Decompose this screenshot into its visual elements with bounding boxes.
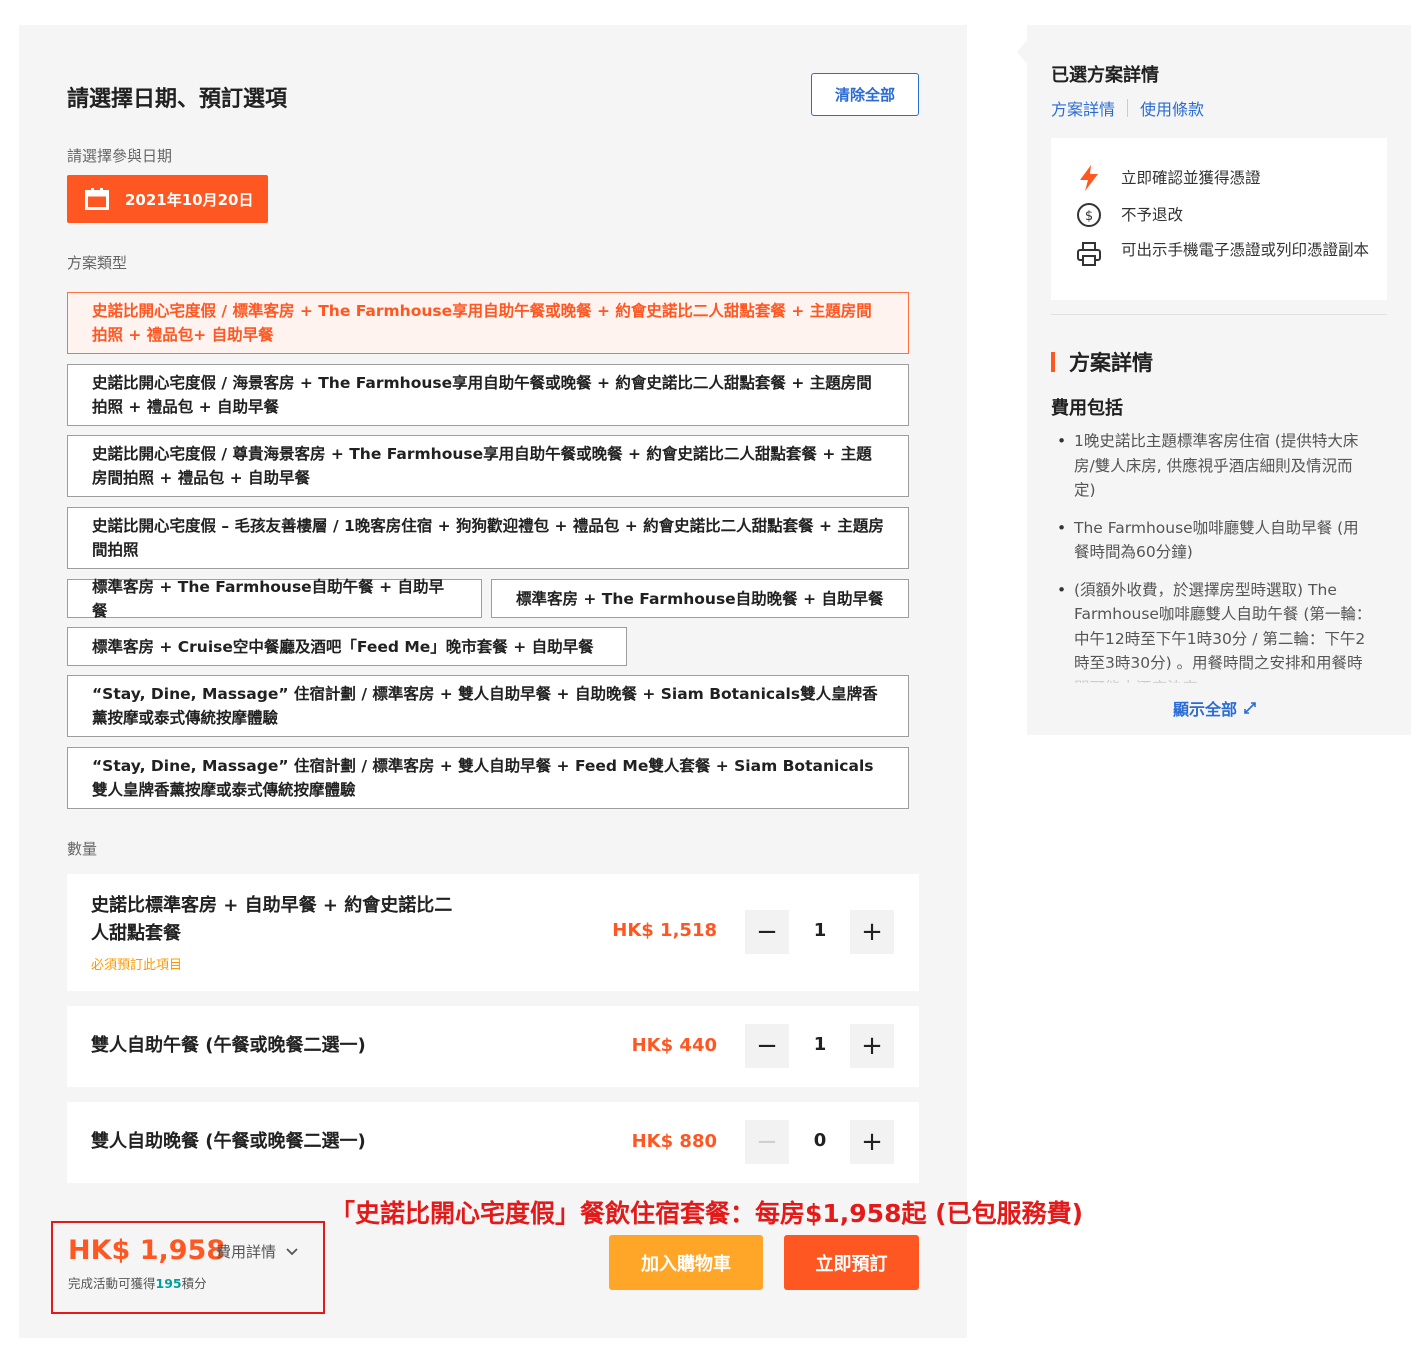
plan-heading-text: 方案詳情 bbox=[1069, 351, 1153, 375]
quantity-value: 1 bbox=[813, 1034, 827, 1055]
quantity-label: 數量 bbox=[67, 840, 98, 858]
feature-item: $ 不予退改 bbox=[1075, 201, 1183, 229]
fee-includes-heading: 費用包括 bbox=[1051, 398, 1123, 419]
plan-details-link[interactable]: 方案詳情 bbox=[1051, 96, 1115, 120]
link-divider bbox=[1127, 99, 1129, 117]
quantity-row: 雙人自助晚餐 (午餐或晚餐二選一) HK$ 880 − 0 + bbox=[67, 1102, 919, 1183]
side-panel-pointer bbox=[1017, 40, 1027, 64]
add-to-cart-button[interactable]: 加入購物車 bbox=[609, 1235, 763, 1290]
decrease-button[interactable]: − bbox=[745, 910, 789, 954]
increase-button[interactable]: + bbox=[850, 910, 894, 954]
package-option[interactable]: 史諾比開心宅度假 / 尊貴海景客房 + The Farmhouse享用自助午餐或… bbox=[67, 435, 909, 497]
package-option[interactable]: “Stay, Dine, Massage” 住宿計劃 / 標準客房 + 雙人自助… bbox=[67, 747, 909, 809]
package-option[interactable]: 標準客房 + The Farmhouse自助午餐 + 自助早餐 bbox=[67, 578, 482, 620]
show-all-link[interactable]: 顯示全部 bbox=[1173, 696, 1257, 720]
plus-icon: + bbox=[861, 1127, 883, 1157]
date-value: 2021年10月20日 bbox=[125, 190, 254, 209]
terms-link[interactable]: 使用條款 bbox=[1140, 96, 1204, 120]
package-type-label: 方案類型 bbox=[67, 254, 128, 272]
quantity-row: 史諾比標準客房 + 自助早餐 + 約會史諾比二人甜點套餐 必須預訂此項目 HK$… bbox=[67, 874, 919, 991]
quantity-value: 1 bbox=[813, 920, 827, 941]
svg-text:$: $ bbox=[1085, 209, 1093, 224]
plus-icon: + bbox=[861, 917, 883, 947]
list-item: 1晚史諾比主題標準客房住宿 (提供特大床房/雙人床房, 供應視乎酒店細則及情況而… bbox=[1057, 429, 1373, 503]
chevron-down-icon bbox=[286, 1248, 298, 1256]
total-price-box: HK$ 1,958 費用詳情 完成活動可獲得195積分 bbox=[51, 1221, 325, 1314]
feature-text: 不予退改 bbox=[1121, 206, 1184, 224]
quantity-item-name: 史諾比標準客房 + 自助早餐 + 約會史諾比二人甜點套餐 bbox=[91, 895, 453, 944]
package-option[interactable]: 標準客房 + The Farmhouse自助晚餐 + 自助早餐 bbox=[491, 579, 909, 618]
heading-accent-bar bbox=[1051, 352, 1055, 372]
includes-list: 1晚史諾比主題標準客房住宿 (提供特大床房/雙人床房, 供應視乎酒店細則及情況而… bbox=[1057, 429, 1373, 683]
increase-button[interactable]: + bbox=[850, 1120, 894, 1164]
plan-details-heading: 方案詳情 bbox=[1051, 347, 1153, 377]
quantity-item-name: 雙人自助午餐 (午餐或晚餐二選一) bbox=[91, 1035, 366, 1056]
package-option[interactable]: 史諾比開心宅度假 – 毛孩友善樓層 / 1晚客房住宿 + 狗狗歡迎禮包 + 禮品… bbox=[67, 507, 909, 569]
side-links: 方案詳情 使用條款 bbox=[1051, 96, 1204, 120]
fee-detail-label: 費用詳情 bbox=[216, 1243, 277, 1261]
increase-button[interactable]: + bbox=[850, 1024, 894, 1068]
printer-icon bbox=[1075, 240, 1103, 268]
plus-icon: + bbox=[861, 1031, 883, 1061]
list-item: The Farmhouse咖啡廳雙人自助早餐 (用餐時間為60分鐘) bbox=[1057, 516, 1373, 565]
date-picker-button[interactable]: 2021年10月20日 bbox=[67, 175, 268, 223]
side-title: 已選方案詳情 bbox=[1051, 65, 1159, 86]
points-prefix: 完成活動可獲得 bbox=[68, 1276, 156, 1291]
list-fade bbox=[1051, 665, 1387, 687]
decrease-button[interactable]: − bbox=[745, 1024, 789, 1068]
points-suffix: 積分 bbox=[181, 1276, 207, 1291]
show-all-label: 顯示全部 bbox=[1173, 700, 1238, 719]
decrease-button[interactable]: − bbox=[745, 1120, 789, 1164]
expand-icon bbox=[1244, 702, 1256, 714]
lightning-icon bbox=[1075, 164, 1103, 192]
page-title: 請選擇日期、預訂選項 bbox=[67, 87, 288, 112]
feature-text: 可出示手機電子憑證或列印憑證副本 bbox=[1121, 241, 1370, 259]
package-option[interactable]: 標準客房 + Cruise空中餐廳及酒吧「Feed Me」晚市套餐 + 自助早餐 bbox=[67, 627, 627, 666]
feature-card: 立即確認並獲得憑證 $ 不予退改 可出示手機電子憑證或列印憑證副本 bbox=[1051, 138, 1387, 300]
minus-icon: − bbox=[756, 917, 778, 947]
package-option[interactable]: 史諾比開心宅度假 / 標準客房 + The Farmhouse享用自助午餐或晚餐… bbox=[67, 292, 909, 354]
total-price: HK$ 1,958 bbox=[68, 1235, 226, 1266]
feature-item: 可出示手機電子憑證或列印憑證副本 bbox=[1075, 240, 1375, 268]
quantity-item-name: 雙人自助晚餐 (午餐或晚餐二選一) bbox=[91, 1131, 366, 1152]
date-label: 請選擇參與日期 bbox=[67, 147, 173, 165]
calendar-icon bbox=[85, 188, 109, 210]
points-info: 完成活動可獲得195積分 bbox=[68, 1273, 207, 1292]
points-value: 195 bbox=[155, 1276, 182, 1291]
minus-icon: − bbox=[756, 1127, 778, 1157]
selected-plan-panel: 已選方案詳情 方案詳情 使用條款 立即確認並獲得憑證 $ 不予退改 可出示手機電… bbox=[1027, 25, 1411, 735]
clear-all-button[interactable]: 清除全部 bbox=[811, 73, 919, 116]
package-option[interactable]: 史諾比開心宅度假 / 海景客房 + The Farmhouse享用自助午餐或晚餐… bbox=[67, 364, 909, 426]
book-now-button[interactable]: 立即預訂 bbox=[784, 1235, 919, 1290]
required-note: 必須預訂此項目 bbox=[91, 958, 183, 973]
divider bbox=[1051, 314, 1387, 315]
fee-detail-toggle[interactable]: 費用詳情 bbox=[216, 1241, 299, 1262]
minus-icon: − bbox=[756, 1031, 778, 1061]
package-option[interactable]: “Stay, Dine, Massage” 住宿計劃 / 標準客房 + 雙人自助… bbox=[67, 675, 909, 737]
booking-panel: 請選擇日期、預訂選項 清除全部 請選擇參與日期 2021年10月20日 方案類型… bbox=[19, 25, 967, 1338]
no-refund-icon: $ bbox=[1075, 201, 1103, 229]
quantity-value: 0 bbox=[813, 1130, 827, 1151]
promo-caption: 「史諾比開心宅度假」餐飲住宿套餐：每房$1,958起 (已包服務費) bbox=[330, 1199, 1084, 1228]
feature-text: 立即確認並獲得憑證 bbox=[1121, 169, 1261, 187]
item-price: HK$ 880 bbox=[631, 1131, 717, 1152]
feature-item: 立即確認並獲得憑證 bbox=[1075, 164, 1261, 192]
quantity-row: 雙人自助午餐 (午餐或晚餐二選一) HK$ 440 − 1 + bbox=[67, 1006, 919, 1087]
item-price: HK$ 1,518 bbox=[612, 920, 717, 941]
item-price: HK$ 440 bbox=[631, 1035, 717, 1056]
